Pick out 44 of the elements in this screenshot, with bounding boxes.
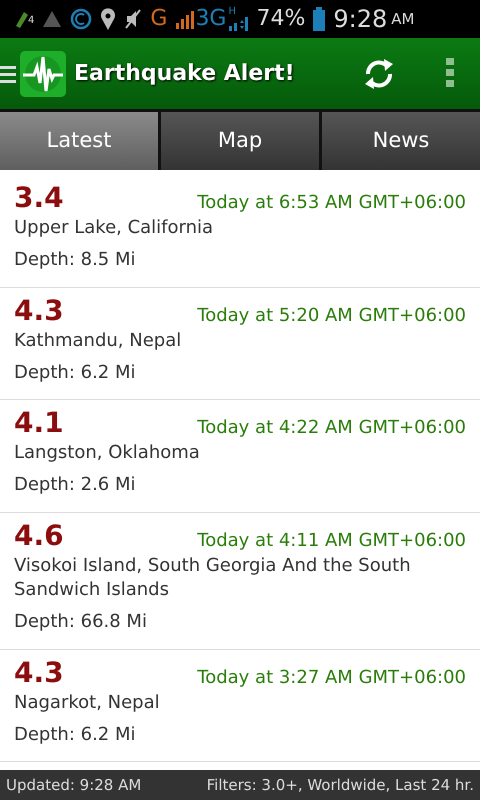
signal-icon xyxy=(228,17,248,31)
menu-icon xyxy=(0,64,16,84)
location-text: Upper Lake, California xyxy=(14,216,214,240)
event-time: Today at 3:27 AM GMT+06:00 xyxy=(197,666,466,690)
depth-text: Depth: 8.5 Mi xyxy=(14,248,136,272)
clock-suffix: AM xyxy=(391,8,414,30)
filters-text: Filters: 3.0+, Worldwide, Last 24 hr. xyxy=(206,774,474,796)
battery-percent: 74% xyxy=(256,8,306,30)
location-pin-icon xyxy=(100,8,116,30)
warning-icon xyxy=(42,10,62,28)
location-text: Langston, Oklahoma xyxy=(14,441,201,466)
magnitude: 3.4 xyxy=(14,181,64,215)
event-time: Today at 6:53 AM GMT+06:00 xyxy=(197,191,466,215)
tab[interactable]: Latest xyxy=(0,112,158,170)
app-title: Earthquake Alert! xyxy=(74,60,296,88)
network-type: H xyxy=(228,7,236,17)
location-text: Visokoi Island, South Georgia And the South Sandwich Islands xyxy=(14,554,412,602)
location-text: Kathmandu, Nepal xyxy=(14,328,182,353)
depth-text: Depth: 6.2 Mi xyxy=(14,722,136,747)
sim-number: 4 xyxy=(28,14,34,28)
clock-time: 9:28 xyxy=(333,7,388,31)
magnitude: 4.6 xyxy=(14,518,64,552)
magnitude: 4.3 xyxy=(14,656,64,690)
updated-text: Updated: 9:28 AM xyxy=(6,774,142,796)
depth-text: Depth: 6.2 Mi xyxy=(14,360,136,385)
overflow-menu-button[interactable] xyxy=(446,58,456,90)
depth-text: Depth: 2.6 Mi xyxy=(14,473,136,498)
tab[interactable]: Map xyxy=(161,112,319,170)
copyright-icon xyxy=(70,8,92,30)
network-type: G xyxy=(150,8,168,30)
network-type: 3G xyxy=(195,8,226,30)
tab[interactable]: News xyxy=(322,112,480,170)
event-time: Today at 4:11 AM GMT+06:00 xyxy=(197,528,466,553)
signal-icon xyxy=(175,9,196,29)
event-time: Today at 5:20 AM GMT+06:00 xyxy=(197,304,466,328)
event-time: Today at 4:22 AM GMT+06:00 xyxy=(197,416,466,440)
magnitude: 4.3 xyxy=(14,294,64,328)
location-text: Nagarkot, Nepal xyxy=(14,690,161,715)
app-logo-icon xyxy=(20,50,66,96)
mute-icon xyxy=(124,8,142,30)
more-options-icon xyxy=(446,58,456,90)
depth-text: Depth: 66.8 Mi xyxy=(14,610,148,634)
magnitude: 4.1 xyxy=(14,406,64,440)
battery-icon xyxy=(313,7,326,31)
